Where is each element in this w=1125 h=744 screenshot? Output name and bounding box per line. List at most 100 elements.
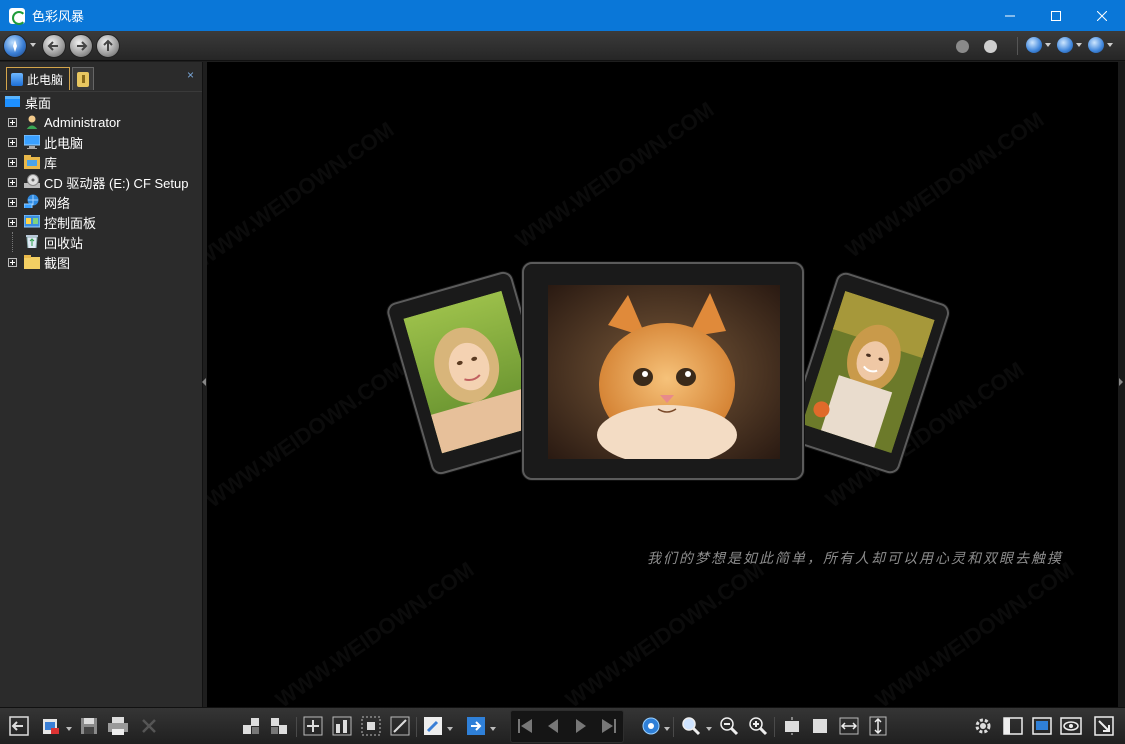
thumbnail-frame-right[interactable] <box>784 270 952 476</box>
toolbar-separator <box>296 717 297 737</box>
minimize-to-corner-button[interactable] <box>1093 715 1115 737</box>
chevron-down-icon[interactable] <box>30 43 36 47</box>
rotate-left-button[interactable] <box>240 715 262 737</box>
move-button[interactable] <box>302 715 324 737</box>
image-viewer[interactable]: WWW.WEIDOWN.COM WWW.WEIDOWN.COM WWW.WEID… <box>207 62 1118 707</box>
chevron-down-icon[interactable] <box>706 727 712 731</box>
tree-item-this-pc[interactable]: 此电脑 <box>0 132 202 152</box>
fit-window-button[interactable] <box>781 715 803 737</box>
crop-button[interactable] <box>360 715 382 737</box>
chevron-down-icon[interactable] <box>1076 43 1082 47</box>
bottom-toolbar <box>0 707 1125 744</box>
arrow-up-icon <box>103 39 113 51</box>
slideshow-button[interactable] <box>640 715 662 737</box>
settings-button[interactable] <box>972 715 994 737</box>
expand-icon[interactable] <box>8 137 17 147</box>
layout-button[interactable] <box>1002 715 1024 737</box>
help-button[interactable] <box>1088 37 1104 53</box>
exit-button[interactable] <box>8 715 30 737</box>
delete-button[interactable] <box>138 715 160 737</box>
close-panel-button[interactable]: × <box>187 68 194 82</box>
title-bar: 色彩风暴 <box>0 0 1125 31</box>
collapse-right-grip[interactable] <box>1119 378 1123 386</box>
previous-image-button[interactable] <box>542 715 564 737</box>
expand-icon[interactable] <box>8 197 17 207</box>
first-image-button[interactable] <box>514 715 536 737</box>
tree-item-network[interactable]: 网络 <box>0 192 202 212</box>
tree-item-desktop[interactable]: 桌面 <box>0 92 202 112</box>
expand-icon[interactable] <box>8 117 17 127</box>
chevron-down-icon[interactable] <box>664 727 670 731</box>
expand-icon[interactable] <box>8 177 17 187</box>
status-dot-icon <box>984 40 997 53</box>
tree-item-library[interactable]: 库 <box>0 152 202 172</box>
fit-width-button[interactable] <box>838 715 860 737</box>
tree-item-cd-drive[interactable]: CD 驱动器 (E:) CF Setup <box>0 172 202 192</box>
tree-item-control-panel[interactable]: 控制面板 <box>0 212 202 232</box>
export-button[interactable] <box>465 715 487 737</box>
expand-icon[interactable] <box>8 217 17 227</box>
zoom-button[interactable] <box>680 715 702 737</box>
navigation-toolbar <box>0 31 1125 61</box>
tree-item-recycle-bin[interactable]: 回收站 <box>0 232 202 252</box>
move-icon <box>303 716 323 736</box>
favorites-icon <box>77 71 89 87</box>
panel-tabs: 此电脑 × <box>0 62 202 92</box>
view-mode-button[interactable] <box>1057 37 1073 53</box>
actual-size-icon <box>813 719 827 733</box>
chevron-down-icon[interactable] <box>66 727 72 731</box>
close-button[interactable] <box>1079 0 1125 31</box>
toolbar-separator <box>1017 37 1018 55</box>
adjust-button[interactable] <box>331 715 353 737</box>
compass-icon <box>13 40 17 52</box>
chevron-down-icon[interactable] <box>1107 43 1113 47</box>
up-button[interactable] <box>96 34 120 58</box>
magnifier-icon <box>682 717 701 736</box>
edit-button[interactable] <box>422 715 444 737</box>
open-button[interactable] <box>40 715 62 737</box>
fit-height-button[interactable] <box>867 715 889 737</box>
next-icon <box>576 719 586 733</box>
fit-height-icon <box>869 716 887 736</box>
folder-tree: 桌面 Administrator 此电脑 库 CD 驱动器 (E:) CF Se… <box>0 92 202 272</box>
skip-first-icon <box>518 719 532 733</box>
actual-size-button[interactable] <box>809 715 831 737</box>
tree-item-administrator[interactable]: Administrator <box>0 112 202 132</box>
eye-icon <box>1060 717 1082 735</box>
resize-button[interactable] <box>389 715 411 737</box>
next-image-button[interactable] <box>570 715 592 737</box>
expand-icon[interactable] <box>8 257 17 267</box>
zoom-out-button[interactable] <box>718 715 740 737</box>
watermark: WWW.WEIDOWN.COM <box>271 557 479 707</box>
save-button[interactable] <box>78 715 100 737</box>
zoom-in-icon <box>749 717 768 736</box>
control-panel-icon <box>24 215 40 228</box>
back-button[interactable] <box>42 34 66 58</box>
tab-favorites[interactable] <box>72 67 94 90</box>
chevron-down-icon[interactable] <box>490 727 496 731</box>
minimize-button[interactable] <box>987 0 1033 31</box>
maximize-button[interactable] <box>1033 0 1079 31</box>
rotate-right-button[interactable] <box>268 715 290 737</box>
collapse-left-grip[interactable] <box>202 378 206 386</box>
tab-this-pc[interactable]: 此电脑 <box>6 67 70 90</box>
chevron-down-icon[interactable] <box>447 727 453 731</box>
chevron-down-icon[interactable] <box>1045 43 1051 47</box>
last-image-button[interactable] <box>598 715 620 737</box>
tree-item-screenshots[interactable]: 截图 <box>0 252 202 272</box>
toolbar-separator <box>774 717 775 737</box>
forward-button[interactable] <box>69 34 93 58</box>
computer-icon <box>24 135 40 149</box>
fullscreen-button[interactable] <box>1031 715 1053 737</box>
expand-icon[interactable] <box>8 157 17 167</box>
print-button[interactable] <box>107 715 129 737</box>
sort-button[interactable] <box>1026 37 1042 53</box>
tab-label: 此电脑 <box>27 72 64 87</box>
browse-menu-button[interactable] <box>3 34 27 58</box>
zoom-in-button[interactable] <box>747 715 769 737</box>
slideshow-caption: 我们的梦想是如此简单，所有人却可以用心灵和双眼去触摸 <box>647 551 1063 567</box>
main-photo-frame[interactable] <box>522 262 804 480</box>
window-controls <box>987 0 1125 31</box>
preview-button[interactable] <box>1060 715 1082 737</box>
watermark: WWW.WEIDOWN.COM <box>871 557 1079 707</box>
